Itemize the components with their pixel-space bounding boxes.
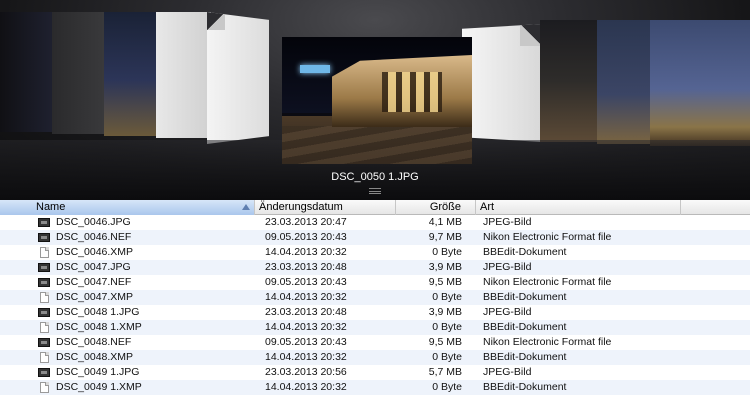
file-name: DSC_0048.XMP (56, 351, 134, 363)
cover-flow-document-thumbnail[interactable] (462, 24, 542, 142)
file-list: DSC_0046.JPG 23.03.2013 20:47 4,1 MB JPEG-B… (0, 215, 750, 400)
file-size: 0 Byte (432, 246, 462, 258)
file-modified-date: 23.03.2013 20:56 (265, 366, 347, 378)
file-row[interactable]: DSC_0046.NEF 09.05.2013 20:43 9,7 MB Nikon … (0, 230, 750, 245)
image-file-icon (38, 217, 50, 228)
image-file-icon (38, 367, 50, 378)
cover-flow-thumbnail[interactable] (597, 20, 652, 144)
file-name: DSC_0046.NEF (56, 231, 132, 243)
cover-flow-selected-photo[interactable] (282, 37, 472, 164)
cover-flow-thumbnail[interactable] (0, 12, 55, 132)
file-kind: BBEdit-Dokument (483, 381, 567, 393)
file-kind: Nikon Electronic Format file (483, 276, 612, 288)
file-kind: JPEG-Bild (483, 216, 532, 228)
file-name: DSC_0046.XMP (56, 246, 134, 258)
file-name: DSC_0047.NEF (56, 276, 132, 288)
file-modified-date: 09.05.2013 20:43 (265, 336, 347, 348)
file-modified-date: 23.03.2013 20:47 (265, 216, 347, 228)
file-name: DSC_0048 1.XMP (56, 321, 142, 333)
file-size: 0 Byte (432, 321, 462, 333)
file-kind: JPEG-Bild (483, 306, 532, 318)
cover-flow-thumbnail[interactable] (540, 20, 600, 142)
file-kind: BBEdit-Dokument (483, 246, 567, 258)
file-kind: BBEdit-Dokument (483, 351, 567, 363)
column-header-name[interactable]: Name (0, 200, 255, 215)
file-name: DSC_0047.XMP (56, 291, 134, 303)
file-kind: Nikon Electronic Format file (483, 231, 612, 243)
file-row[interactable]: DSC_0047.NEF 09.05.2013 20:43 9,5 MB Nikon … (0, 275, 750, 290)
file-row[interactable]: DSC_0049 1.XMP 14.04.2013 20:32 0 Byte BBEd… (0, 380, 750, 395)
file-row[interactable]: DSC_0048 1.JPG 23.03.2013 20:48 3,9 MB JPEG… (0, 305, 750, 320)
document-icon (38, 247, 50, 258)
file-modified-date: 23.03.2013 20:48 (265, 261, 347, 273)
document-icon (38, 382, 50, 393)
file-size: 0 Byte (432, 381, 462, 393)
image-file-icon (38, 277, 50, 288)
file-size: 9,5 MB (428, 276, 462, 288)
document-icon (38, 352, 50, 363)
file-modified-date: 14.04.2013 20:32 (265, 351, 347, 363)
column-header-kind[interactable]: Art (476, 200, 681, 215)
file-row[interactable]: DSC_0046.JPG 23.03.2013 20:47 4,1 MB JPEG-B… (0, 215, 750, 230)
file-size: 9,5 MB (428, 336, 462, 348)
file-row[interactable]: DSC_0048.XMP 14.04.2013 20:32 0 Byte BBEdit… (0, 350, 750, 365)
resize-grip-icon[interactable] (369, 188, 381, 194)
file-size: 4,1 MB (428, 216, 462, 228)
cover-flow-thumbnail[interactable] (104, 12, 159, 136)
list-column-header: Name Änderungsdatum Größe Art (0, 200, 750, 215)
image-file-icon (38, 262, 50, 273)
file-kind: BBEdit-Dokument (483, 291, 567, 303)
file-size: 0 Byte (432, 291, 462, 303)
file-size: 3,9 MB (428, 261, 462, 273)
image-file-icon (38, 232, 50, 243)
file-modified-date: 14.04.2013 20:32 (265, 381, 347, 393)
sort-ascending-icon (242, 204, 250, 210)
file-row[interactable]: DSC_0048 1.XMP 14.04.2013 20:32 0 Byte BBEd… (0, 320, 750, 335)
file-kind: Nikon Electronic Format file (483, 336, 612, 348)
file-name: DSC_0046.JPG (56, 216, 131, 228)
column-header-date-label: Änderungsdatum (259, 201, 343, 213)
file-name: DSC_0049 1.JPG (56, 366, 140, 378)
file-row[interactable]: DSC_0046.XMP 14.04.2013 20:32 0 Byte BBEdit… (0, 245, 750, 260)
file-modified-date: 09.05.2013 20:43 (265, 231, 347, 243)
column-header-kind-label: Art (480, 201, 495, 213)
file-name: DSC_0048.NEF (56, 336, 132, 348)
file-row[interactable]: DSC_0047.XMP 14.04.2013 20:32 0 Byte BBEdit… (0, 290, 750, 305)
cover-flow-caption: DSC_0050 1.JPG (331, 171, 419, 183)
column-header-size-label: Größe (429, 201, 461, 213)
document-icon (38, 322, 50, 333)
file-modified-date: 23.03.2013 20:48 (265, 306, 347, 318)
cover-flow-view[interactable]: DSC_0050 1.JPG (0, 0, 750, 200)
image-file-icon (38, 307, 50, 318)
file-size: 3,9 MB (428, 306, 462, 318)
file-kind: JPEG-Bild (483, 261, 532, 273)
cover-flow-thumbnail[interactable] (650, 20, 750, 146)
column-header-size[interactable]: Größe (396, 200, 476, 215)
column-header-empty (681, 200, 750, 215)
column-header-date[interactable]: Änderungsdatum (255, 200, 396, 215)
file-size: 5,7 MB (428, 366, 462, 378)
file-modified-date: 14.04.2013 20:32 (265, 321, 347, 333)
file-size: 0 Byte (432, 351, 462, 363)
cover-flow-document-thumbnail[interactable] (207, 12, 269, 144)
file-name: DSC_0048 1.JPG (56, 306, 140, 318)
cover-flow-document-thumbnail[interactable] (156, 12, 211, 138)
file-kind: JPEG-Bild (483, 366, 532, 378)
file-modified-date: 14.04.2013 20:32 (265, 291, 347, 303)
document-icon (38, 292, 50, 303)
file-name: DSC_0047.JPG (56, 261, 131, 273)
file-name: DSC_0049 1.XMP (56, 381, 142, 393)
file-size: 9,7 MB (428, 231, 462, 243)
column-header-name-label: Name (36, 201, 66, 213)
file-row[interactable]: DSC_0047.JPG 23.03.2013 20:48 3,9 MB JPEG-B… (0, 260, 750, 275)
cover-flow-thumbnail[interactable] (52, 12, 107, 134)
file-row[interactable]: DSC_0049 1.JPG 23.03.2013 20:56 5,7 MB JPEG… (0, 365, 750, 380)
image-file-icon (38, 337, 50, 348)
file-kind: BBEdit-Dokument (483, 321, 567, 333)
file-modified-date: 14.04.2013 20:32 (265, 246, 347, 258)
file-row[interactable]: DSC_0048.NEF 09.05.2013 20:43 9,5 MB Nikon … (0, 335, 750, 350)
file-modified-date: 09.05.2013 20:43 (265, 276, 347, 288)
